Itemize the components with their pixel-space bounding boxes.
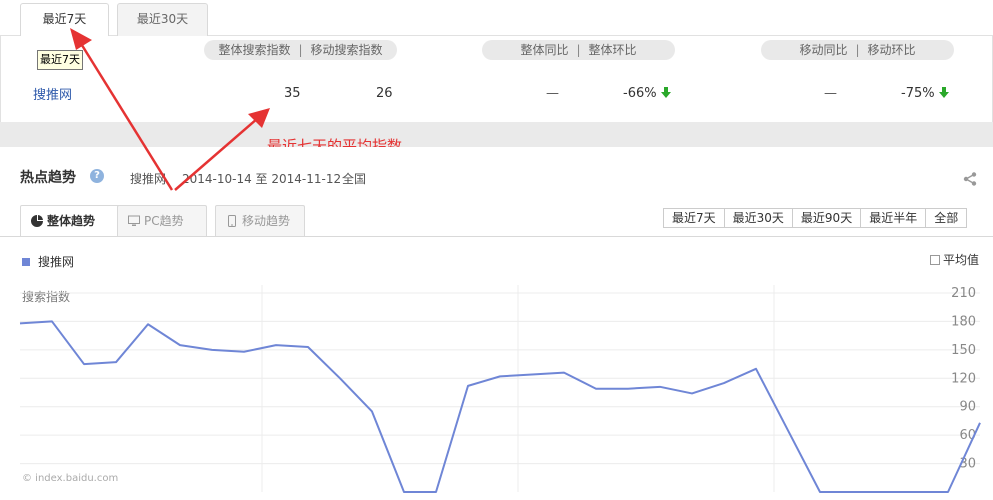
y-tick-label: 150 (951, 343, 976, 358)
y-tick-label: 120 (951, 371, 976, 386)
trend-chart: 306090120150180210 (19, 285, 981, 493)
y-tick-label: 180 (951, 314, 976, 329)
y-tick-label: 210 (951, 286, 976, 301)
y-tick-label: 90 (959, 400, 976, 415)
